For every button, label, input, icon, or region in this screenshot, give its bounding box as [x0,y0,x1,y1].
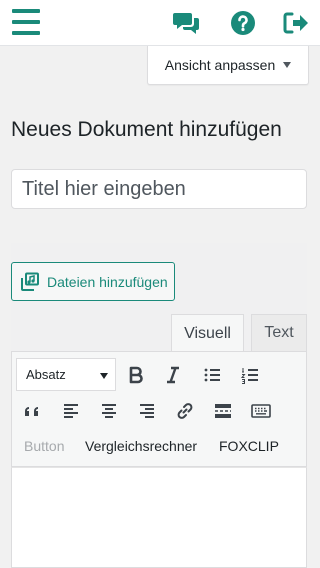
tab-text[interactable]: Text [251,314,307,351]
blockquote-icon[interactable] [19,397,47,425]
format-select-value: Absatz [26,367,66,382]
top-bar [0,0,320,46]
button-shortcode-button[interactable]: Button [24,438,64,454]
add-files-label: Dateien hinzufügen [47,273,168,290]
screen-options-label: Ansicht anpassen [164,57,276,73]
align-left-icon[interactable] [57,397,85,425]
chat-bubbles-icon[interactable] [173,9,201,37]
link-icon[interactable] [171,397,199,425]
comparison-calculator-button[interactable]: Vergleichsrechner [85,438,197,454]
align-right-icon[interactable] [133,397,161,425]
help-circle-icon[interactable] [229,9,257,37]
caret-down-icon [100,373,108,379]
add-media-icon [20,272,40,292]
screen-options-button[interactable]: Ansicht anpassen [147,46,309,85]
foxclip-button[interactable]: FOXCLIP [219,438,279,454]
align-center-icon[interactable] [95,397,123,425]
page-title: Neues Dokument hinzufügen [11,118,282,141]
italic-icon[interactable] [159,361,187,389]
caret-down-icon [283,62,292,68]
bold-icon[interactable] [122,361,150,389]
add-files-button[interactable]: Dateien hinzufügen [11,262,175,301]
title-input[interactable] [11,169,307,209]
tab-visual[interactable]: Visuell [171,314,244,352]
read-more-icon[interactable] [209,397,237,425]
logout-icon[interactable] [281,9,309,37]
keyboard-icon[interactable] [247,397,275,425]
bullet-list-icon[interactable] [198,361,226,389]
format-select[interactable]: Absatz [16,358,116,391]
hamburger-menu-icon[interactable] [12,9,40,35]
editor-content-area[interactable] [11,467,307,568]
numbered-list-icon[interactable] [236,361,264,389]
